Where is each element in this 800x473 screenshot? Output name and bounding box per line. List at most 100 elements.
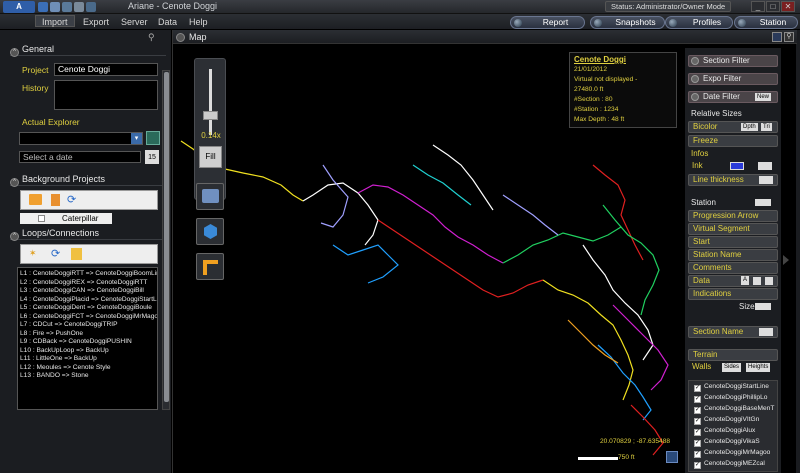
snapshots-button[interactable]: Snapshots (590, 16, 665, 29)
history-field[interactable] (54, 80, 158, 110)
line-thickness-slider[interactable] (759, 176, 773, 184)
expo-filter-button[interactable]: Expo Filter (688, 73, 778, 85)
ink-slider[interactable] (758, 162, 772, 170)
expand-icon[interactable] (772, 32, 782, 42)
data-a-button[interactable]: A (741, 276, 750, 285)
collapse-icon[interactable] (176, 33, 185, 42)
list-item[interactable]: L10 : BackUpLoop => BackUp (20, 347, 155, 356)
general-header[interactable]: ^ General (10, 42, 166, 57)
station-name-toggle[interactable]: Station Name (688, 249, 778, 261)
section-checkbox-row[interactable]: ✓ CenoteDoggiMEZcal (692, 459, 782, 469)
close-button[interactable]: ✕ (781, 1, 795, 12)
list-item[interactable]: L7 : CDCut => CenoteDoggiTRIP (20, 321, 155, 330)
list-item[interactable]: L5 : CenoteDoggiDent => CenoteDoggiBoule (20, 304, 155, 313)
section-checkbox-row[interactable]: ✓ CenoteDoggiAlux (692, 426, 782, 436)
checkbox[interactable]: ✓ (694, 440, 701, 447)
checkbox[interactable]: ✓ (694, 418, 701, 425)
date-field[interactable]: Select a date (19, 151, 141, 163)
note-icon[interactable] (71, 248, 82, 260)
folder-icon[interactable] (29, 194, 42, 205)
document-icon[interactable] (51, 194, 60, 206)
fill-button[interactable]: Fill (199, 146, 222, 168)
date-filter-button[interactable]: Date Filter New (688, 91, 778, 103)
section-filter-button[interactable]: Section Filter (688, 55, 778, 67)
section-checkbox-row[interactable]: ✓ CenoteDoggiBaseMenT (692, 404, 782, 414)
loop-icon[interactable]: ✶ (29, 248, 42, 260)
station-slider[interactable] (755, 199, 771, 206)
data-option-icon[interactable] (765, 277, 773, 285)
freeze-toggle[interactable]: Freeze (688, 135, 778, 147)
walls-heights-button[interactable]: Heights (746, 363, 771, 372)
comments-toggle[interactable]: Comments (688, 262, 778, 274)
loops-list[interactable]: L1 : CenoteDoggiRTT => CenoteDoggiBoomLi… (17, 267, 158, 410)
section-name-toggle[interactable]: Section Name (688, 326, 778, 338)
tools-icon[interactable] (86, 2, 96, 12)
minimize-button[interactable]: _ (751, 1, 765, 12)
panel-toggle-icon[interactable] (783, 255, 789, 265)
new-file-icon[interactable] (38, 2, 48, 12)
section-name-slider[interactable] (759, 328, 773, 336)
list-item[interactable]: L1 : CenoteDoggiRTT => CenoteDoggiBoomLi… (20, 270, 157, 279)
data-option-icon[interactable] (753, 277, 761, 285)
refresh-icon[interactable]: ⟳ (67, 194, 79, 206)
pin-icon[interactable]: ⚲ (784, 32, 794, 42)
checkbox[interactable]: ✓ (694, 385, 701, 392)
3d-view-button[interactable] (196, 218, 224, 245)
virtual-segment-toggle[interactable]: Virtual Segment (688, 223, 778, 235)
checkbox[interactable]: ✓ (694, 407, 701, 414)
profile-view-button[interactable] (196, 253, 224, 280)
sections-checklist[interactable]: ✓ CenoteDoggiStartLine ✓ CenoteDoggiPhilli… (688, 380, 778, 472)
menu-help[interactable]: Help (189, 16, 208, 28)
infos-label[interactable]: Infos (691, 149, 708, 158)
bicolor-toggle[interactable]: Bicolor Dpth Tri (688, 121, 778, 133)
background-projects-header[interactable]: ^ Background Projects (10, 172, 166, 187)
section-checkbox-row[interactable]: ✓ CenoteDoggiPhillipLo (692, 393, 782, 403)
explorer-select[interactable] (19, 132, 143, 145)
list-item[interactable]: L4 : CenoteDoggiPlacid => CenoteDoggiSta… (20, 296, 157, 305)
list-item[interactable]: L13 : BANDO => Stone (20, 372, 155, 381)
start-toggle[interactable]: Start (688, 236, 778, 248)
save-icon[interactable] (50, 2, 60, 12)
menu-export[interactable]: Export (83, 16, 109, 28)
progression-arrow-toggle[interactable]: Progression Arrow (688, 210, 778, 222)
snapshot-button[interactable] (196, 183, 224, 210)
scrollbar-thumb[interactable] (164, 72, 169, 402)
list-item[interactable]: L11 : LittleOne => BackUp (20, 355, 155, 364)
walls-row[interactable]: Walls Sides Heights (688, 362, 778, 374)
report-button[interactable]: Report (510, 16, 585, 29)
list-item[interactable]: L3 : CenoteDoggiCAN => CenoteDoggiBill (20, 287, 155, 296)
chevron-down-icon[interactable]: ▾ (131, 133, 142, 144)
menu-import[interactable]: Import (35, 15, 75, 27)
terrain-toggle[interactable]: Terrain (688, 349, 778, 361)
print-icon[interactable] (62, 2, 72, 12)
section-checkbox-row[interactable]: ✓ CenoteDoggiStartLine (692, 382, 782, 392)
settings-icon[interactable] (74, 2, 84, 12)
menu-server[interactable]: Server (121, 16, 148, 28)
grid-icon[interactable] (666, 451, 678, 463)
zoom-slider-track[interactable] (209, 69, 212, 135)
refresh-icon[interactable]: ⟳ (51, 248, 63, 260)
zoom-slider-thumb[interactable] (203, 111, 218, 120)
list-item[interactable]: L8 : Fire => PushOne (20, 330, 155, 339)
data-toggle[interactable]: Data A (688, 275, 778, 287)
profiles-button[interactable]: Profiles (665, 16, 733, 29)
tri-toggle[interactable]: Tri (761, 123, 772, 131)
calendar-icon[interactable]: 15 (145, 150, 159, 164)
walls-sides-button[interactable]: Sides (722, 363, 742, 372)
ink-color-swatch[interactable] (730, 162, 744, 170)
checkbox[interactable]: ✓ (694, 451, 701, 458)
checkbox[interactable] (38, 215, 45, 222)
add-explorer-icon[interactable] (146, 131, 160, 145)
background-project-item[interactable]: Caterpillar (20, 213, 112, 224)
date-new-badge[interactable]: New (755, 93, 772, 101)
size-slider[interactable] (755, 303, 771, 310)
list-item[interactable]: L12 : Meoules => Cenote Style (20, 364, 155, 373)
checkbox[interactable]: ✓ (694, 396, 701, 403)
station-table-button[interactable]: Station Table (734, 16, 798, 38)
maximize-button[interactable]: □ (766, 1, 780, 12)
app-logo[interactable]: A (3, 1, 35, 13)
loops-header[interactable]: ^ Loops/Connections (10, 226, 166, 241)
project-field[interactable]: Cenote Doggi (54, 63, 158, 76)
section-checkbox-row[interactable]: ✓ CenoteDoggiVItGn (692, 415, 782, 425)
section-checkbox-row[interactable]: ✓ CenoteDoggiMrMagoo (692, 448, 782, 458)
